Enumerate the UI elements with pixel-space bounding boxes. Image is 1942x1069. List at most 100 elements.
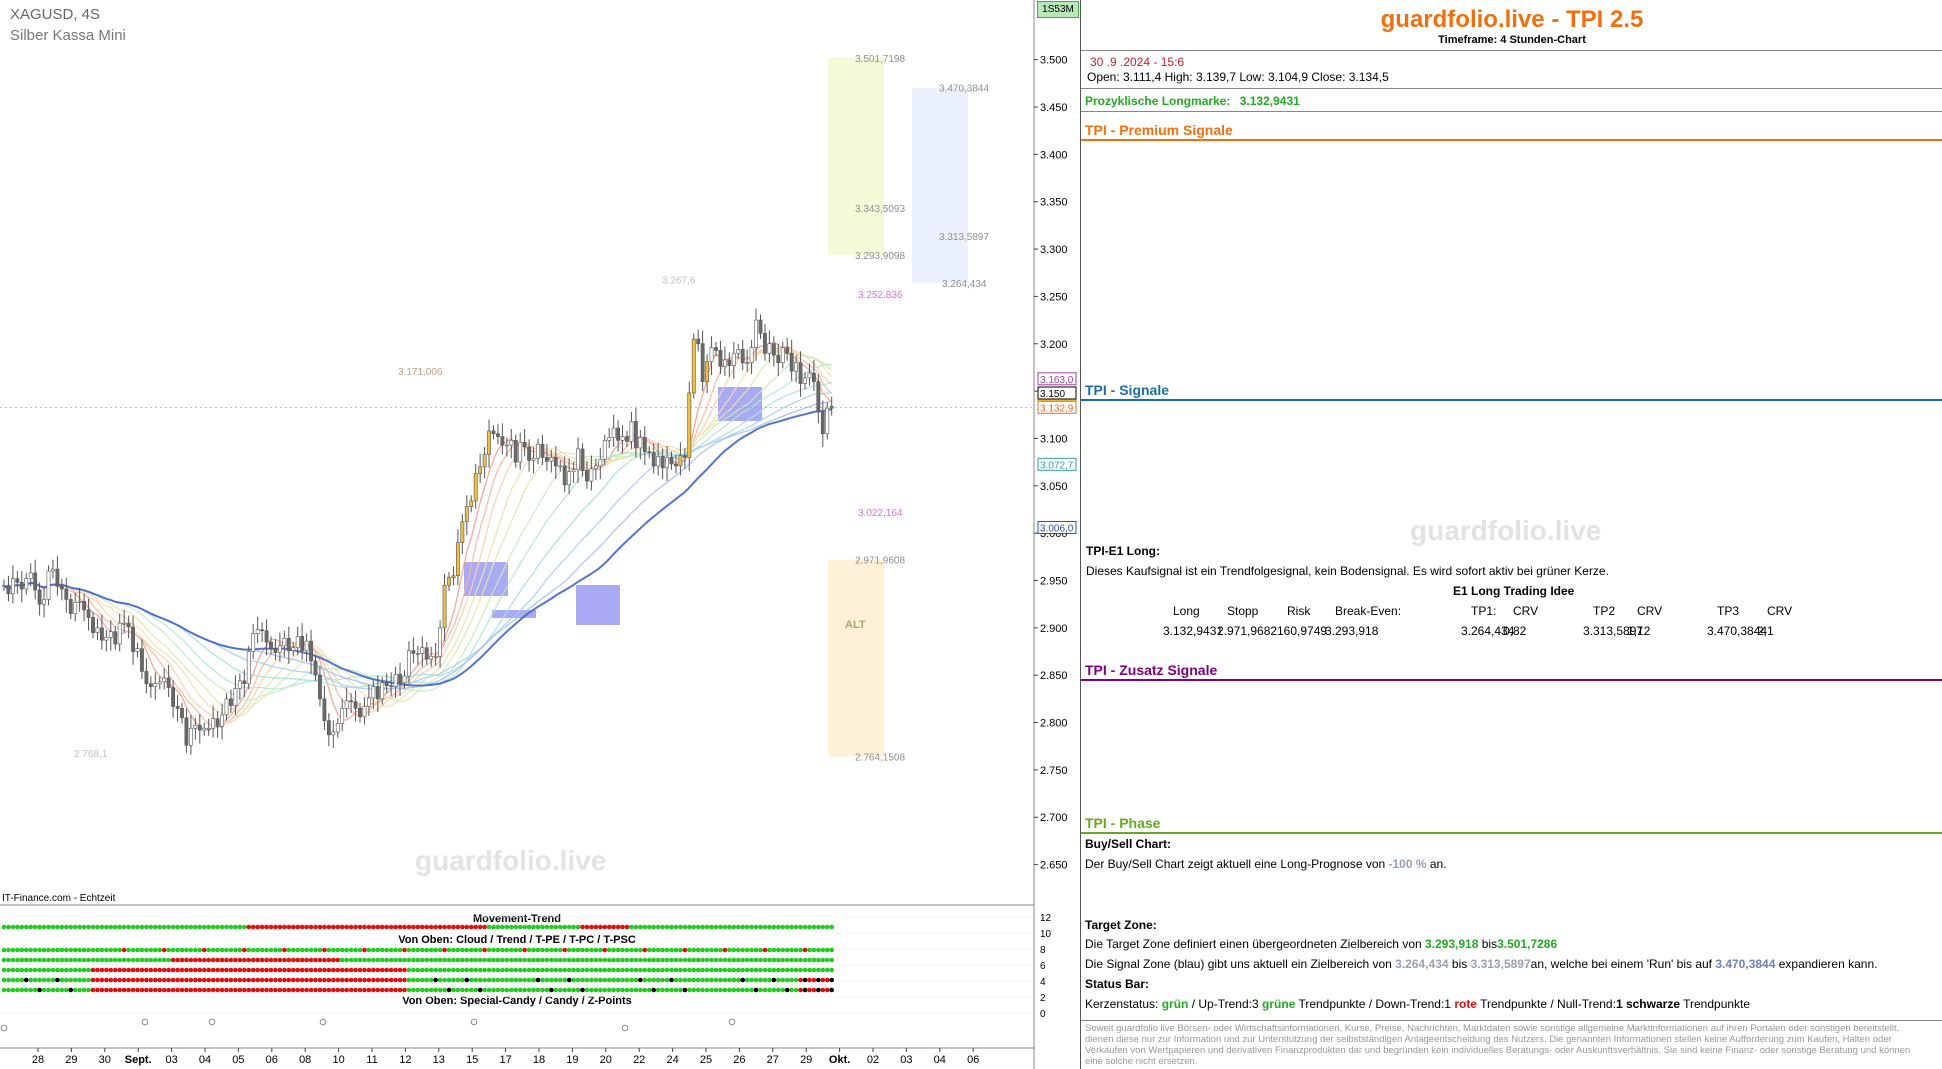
movement-dot — [353, 967, 358, 973]
movement-dot — [522, 924, 527, 930]
movement-dot — [15, 924, 20, 930]
ohlc: Open: 3.111,4 High: 3.139,7 Low: 3.104,9… — [1087, 70, 1389, 84]
movement-dot — [210, 924, 216, 930]
movement-dot — [371, 947, 376, 953]
movement-dot — [437, 957, 443, 963]
movement-dot — [433, 967, 438, 973]
y-tick-label: 3.200 — [1040, 339, 1068, 351]
movement-dot — [68, 977, 74, 983]
movement-dot — [397, 957, 403, 963]
movement-dot — [633, 977, 639, 983]
movement-dot — [282, 967, 287, 973]
movement-dot — [646, 957, 652, 963]
movement-dot — [188, 957, 194, 963]
movement-dot — [130, 947, 136, 953]
movement-dot — [117, 977, 122, 983]
movement-dot — [735, 977, 741, 983]
movement-dot — [179, 957, 185, 963]
price-chart[interactable]: ALT 3.501,7198 3.470,3844 3.343,5093 3.313,… — [0, 0, 1080, 1069]
candle-body — [131, 626, 135, 652]
candle-body — [24, 578, 29, 590]
movement-dot — [388, 924, 394, 930]
movement-dot — [15, 977, 20, 983]
movement-dot — [339, 967, 345, 973]
movement-dot — [41, 924, 47, 930]
movement-dot — [277, 947, 283, 953]
movement-dot — [273, 967, 278, 973]
movement-dot — [486, 987, 492, 993]
movement-dot — [308, 924, 314, 930]
movement-dot — [776, 947, 781, 953]
movement-dot — [201, 957, 207, 963]
movement-dot — [678, 987, 683, 993]
movement-dot — [357, 967, 363, 973]
movement-dot — [206, 947, 211, 953]
candle-body — [789, 352, 794, 372]
movement-dot — [264, 987, 269, 993]
movement-dot — [771, 957, 777, 963]
movement-dot — [117, 924, 122, 930]
movement-dot — [130, 987, 136, 993]
movement-dot — [166, 957, 171, 963]
movement-dot — [424, 957, 430, 963]
movement-dot — [68, 947, 74, 953]
candle-body — [206, 727, 211, 730]
movement-dot — [584, 957, 590, 963]
movement-dot — [353, 947, 358, 953]
movement-dot — [811, 967, 817, 973]
movement-dot — [749, 947, 754, 953]
movement-dot — [215, 967, 220, 973]
movement-dot — [64, 924, 69, 930]
movement-dot — [642, 967, 648, 973]
e1-header: Stopp — [1227, 604, 1259, 618]
movement-dot — [41, 967, 47, 973]
movement-dot — [335, 967, 341, 973]
movement-dot — [331, 977, 336, 983]
movement-dot — [175, 924, 180, 930]
candle-body — [682, 455, 687, 458]
movement-dot — [23, 957, 29, 963]
z-point — [319, 1018, 327, 1026]
movement-dot — [589, 947, 594, 953]
panel-watermark: guardfolio.live — [1410, 515, 1602, 546]
movement-dot — [517, 977, 523, 983]
candle-body — [487, 430, 491, 455]
movement-dot — [126, 977, 131, 983]
movement-dot — [397, 967, 403, 973]
movement-dot — [704, 957, 710, 963]
interval-button[interactable]: 1S53M — [1037, 1, 1079, 18]
movement-dot — [277, 987, 283, 993]
movement-dot — [789, 977, 794, 983]
target-mid: bis — [1478, 937, 1498, 951]
movement-dot — [384, 924, 390, 930]
movement-dot — [687, 957, 692, 963]
z-point — [208, 1018, 216, 1026]
movement-dot — [428, 947, 434, 953]
movement-dot — [117, 987, 122, 993]
movement-dot — [326, 967, 332, 973]
movement-dot — [553, 957, 559, 963]
movement-dot — [406, 957, 412, 963]
movement-dot — [495, 967, 501, 973]
movement-dot — [700, 967, 705, 973]
movement-dot — [566, 924, 572, 930]
movement-dot — [313, 967, 318, 973]
movement-dot — [379, 977, 385, 983]
movement-dot — [722, 977, 728, 983]
x-tick-label: 12 — [399, 1054, 411, 1066]
movement-dot — [157, 957, 163, 963]
movement-dot — [513, 957, 519, 963]
movement-dot — [268, 977, 274, 983]
movement-dot — [544, 977, 550, 983]
movement-dot — [451, 967, 456, 973]
candle — [246, 645, 251, 690]
movement-dot — [331, 924, 336, 930]
movement-dot — [224, 977, 229, 983]
movement-dot — [446, 957, 452, 963]
x-tick-label: 11 — [366, 1054, 377, 1066]
movement-dot — [170, 967, 176, 973]
movement-dot — [740, 924, 745, 930]
candle-body — [384, 682, 389, 686]
movement-dot — [95, 947, 100, 953]
candle-body — [380, 682, 385, 700]
